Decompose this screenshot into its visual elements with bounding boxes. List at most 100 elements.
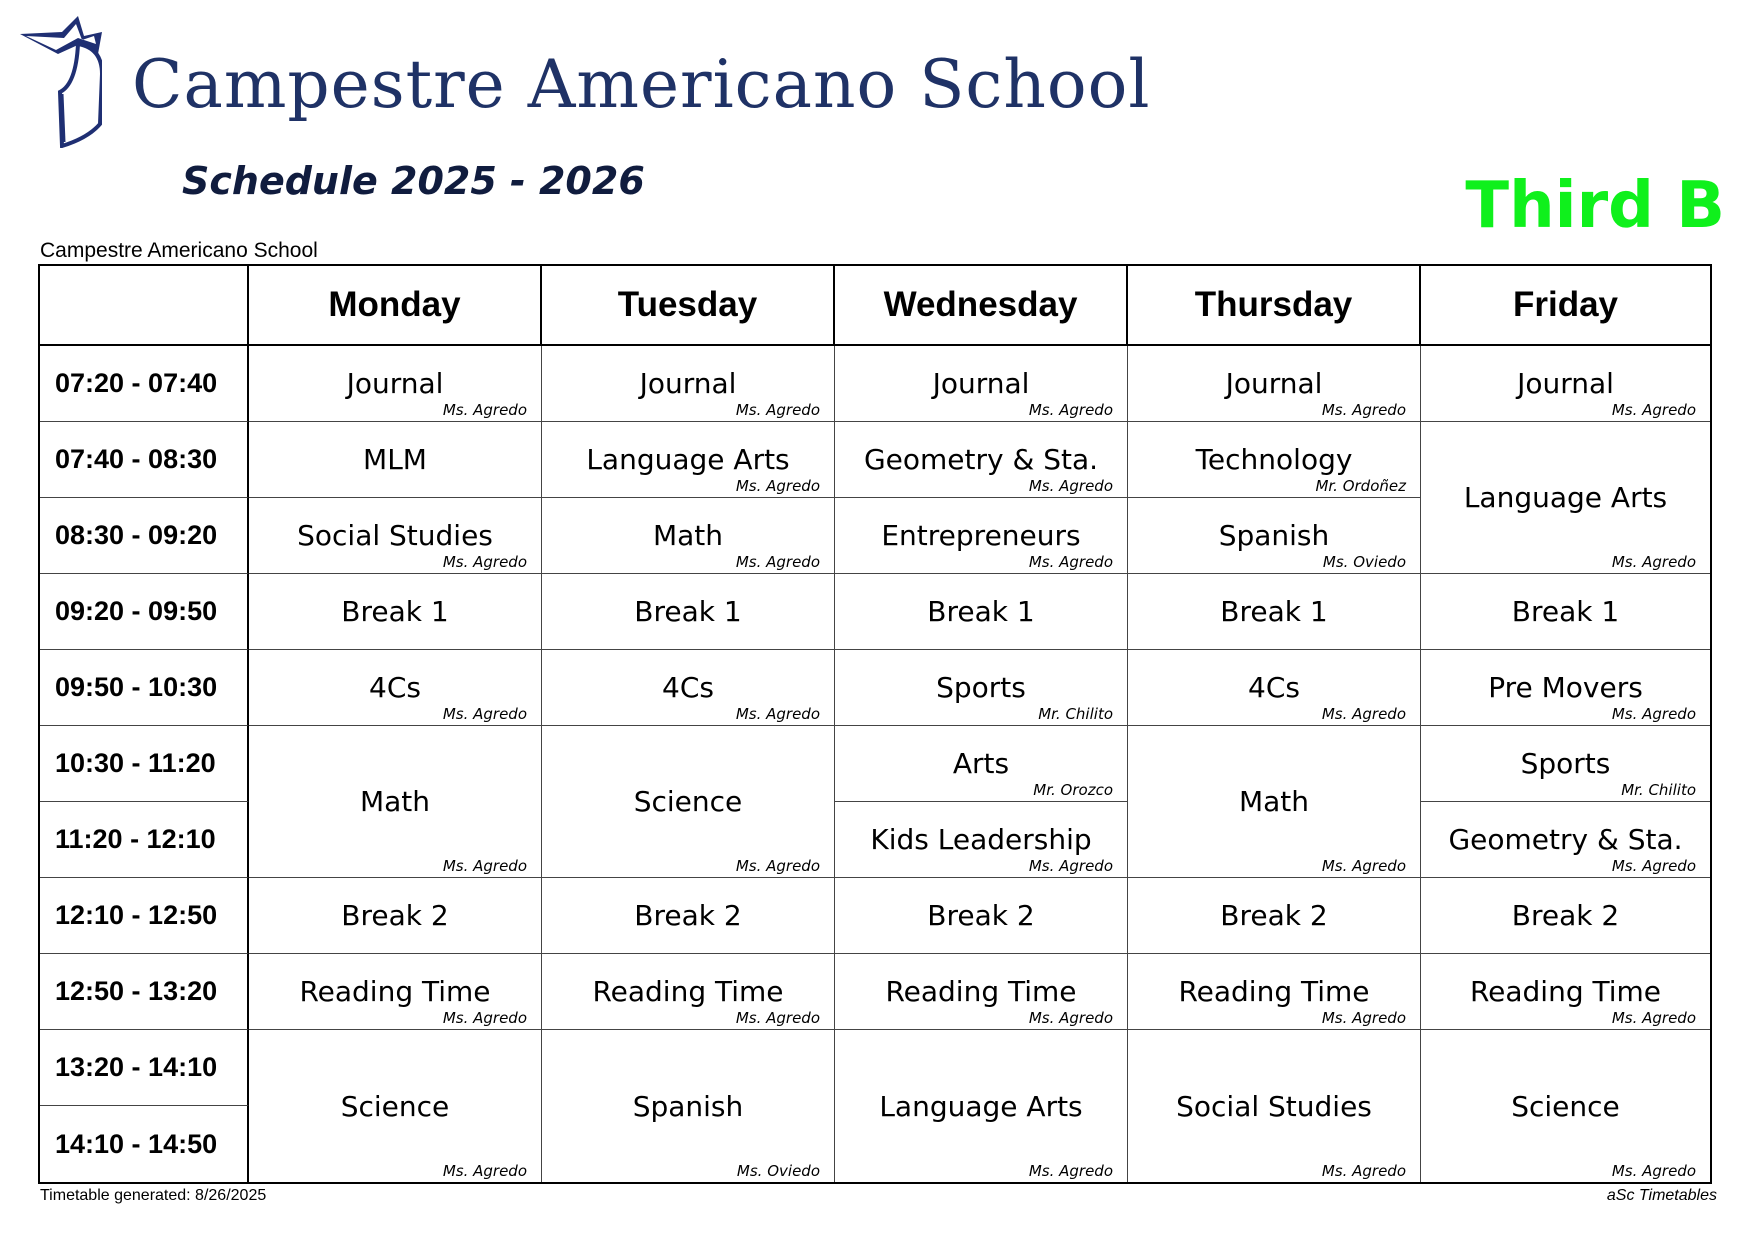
period-time: 12:10 - 12:50 bbox=[40, 878, 249, 954]
lesson-cell: Break 2 bbox=[542, 878, 835, 954]
lesson-cell: Language Arts Ms. Agredo bbox=[835, 1030, 1128, 1182]
period-time: 12:50 - 13:20 bbox=[40, 954, 249, 1030]
schedule-title: Schedule 2025 - 2026 bbox=[182, 159, 645, 203]
lesson-cell: Technology Mr. Ordoñez bbox=[1128, 422, 1421, 498]
period-time: 09:50 - 10:30 bbox=[40, 650, 249, 726]
lesson-subject: Reading Time bbox=[1178, 975, 1370, 1008]
lesson-subject: Reading Time bbox=[885, 975, 1077, 1008]
lesson-teacher: Ms. Agredo bbox=[442, 857, 527, 875]
lesson-cell: Entrepreneurs Ms. Agredo bbox=[835, 498, 1128, 574]
lesson-teacher: Ms. Agredo bbox=[1611, 857, 1696, 875]
period-time: 07:40 - 08:30 bbox=[40, 422, 249, 498]
class-name: Third B bbox=[1465, 169, 1725, 243]
lesson-teacher: Ms. Agredo bbox=[442, 553, 527, 571]
lesson-subject: Language Arts bbox=[1463, 481, 1668, 514]
lesson-cell: Pre Movers Ms. Agredo bbox=[1421, 650, 1710, 726]
lesson-cell: Social Studies Ms. Agredo bbox=[1128, 1030, 1421, 1182]
lesson-cell: Language Arts Ms. Agredo bbox=[1421, 422, 1710, 574]
lesson-subject: Journal bbox=[1517, 367, 1614, 400]
lesson-cell: Sports Mr. Chilito bbox=[1421, 726, 1710, 802]
lesson-subject: Math bbox=[652, 519, 724, 552]
lesson-subject: Technology bbox=[1195, 443, 1353, 476]
lesson-subject: Social Studies bbox=[1176, 1089, 1372, 1123]
lesson-cell: Reading Time Ms. Agredo bbox=[1421, 954, 1710, 1030]
lesson-subject: Spanish bbox=[632, 1089, 744, 1123]
lesson-cell: Science Ms. Agredo bbox=[249, 1030, 542, 1182]
lesson-cell: Social Studies Ms. Agredo bbox=[249, 498, 542, 574]
lesson-subject: Reading Time bbox=[592, 975, 784, 1008]
lesson-cell: Reading Time Ms. Agredo bbox=[1128, 954, 1421, 1030]
period-time: 08:30 - 09:20 bbox=[40, 498, 249, 574]
lesson-cell: Science Ms. Agredo bbox=[542, 726, 835, 878]
lesson-teacher: Ms. Agredo bbox=[1321, 857, 1406, 875]
period-time: 09:20 - 09:50 bbox=[40, 574, 249, 650]
lesson-teacher: Ms. Agredo bbox=[1321, 1162, 1406, 1180]
lesson-teacher: Ms. Agredo bbox=[1611, 705, 1696, 723]
day-header: Wednesday bbox=[835, 266, 1128, 346]
lesson-subject: Break 2 bbox=[1220, 899, 1328, 932]
lesson-cell: Break 2 bbox=[249, 878, 542, 954]
lesson-subject: Break 2 bbox=[1511, 899, 1620, 932]
lesson-teacher: Ms. Agredo bbox=[1321, 705, 1406, 723]
lesson-cell: Math Ms. Agredo bbox=[542, 498, 835, 574]
lesson-subject: Science bbox=[633, 785, 743, 818]
lesson-teacher: Ms. Agredo bbox=[1028, 1009, 1113, 1027]
lesson-subject: Break 2 bbox=[634, 899, 742, 932]
lesson-teacher: Ms. Oviedo bbox=[736, 1162, 820, 1180]
table-caption: Campestre Americano School bbox=[40, 239, 318, 262]
lesson-cell: Journal Ms. Agredo bbox=[1128, 346, 1421, 422]
lesson-subject: Geometry & Sta. bbox=[1448, 823, 1683, 856]
lesson-teacher: Ms. Agredo bbox=[442, 705, 527, 723]
period-time: 11:20 - 12:10 bbox=[40, 802, 249, 878]
generated-date: Timetable generated: 8/26/2025 bbox=[40, 1187, 267, 1204]
lesson-teacher: Mr. Chilito bbox=[1621, 781, 1696, 799]
lesson-cell: Journal Ms. Agredo bbox=[249, 346, 542, 422]
lesson-subject: Journal bbox=[346, 367, 444, 400]
lesson-cell: Break 1 bbox=[835, 574, 1128, 650]
school-logo bbox=[20, 16, 102, 148]
lesson-cell: Reading Time Ms. Agredo bbox=[249, 954, 542, 1030]
lesson-teacher: Mr. Ordoñez bbox=[1315, 477, 1406, 495]
lesson-subject: Language Arts bbox=[879, 1089, 1083, 1123]
lesson-teacher: Ms. Agredo bbox=[735, 401, 820, 419]
lesson-cell: Language Arts Ms. Agredo bbox=[542, 422, 835, 498]
lesson-cell: Geometry & Sta. Ms. Agredo bbox=[1421, 802, 1710, 878]
lesson-cell: Break 2 bbox=[1128, 878, 1421, 954]
lesson-subject: Break 1 bbox=[634, 595, 742, 628]
lesson-subject: Journal bbox=[1225, 367, 1323, 400]
period-time: 07:20 - 07:40 bbox=[40, 346, 249, 422]
lesson-cell: 4Cs Ms. Agredo bbox=[542, 650, 835, 726]
lesson-subject: Geometry & Sta. bbox=[863, 443, 1099, 476]
lesson-cell: Break 1 bbox=[1128, 574, 1421, 650]
lesson-teacher: Ms. Agredo bbox=[1611, 553, 1696, 571]
lesson-teacher: Ms. Oviedo bbox=[1322, 553, 1406, 571]
lesson-cell: Math Ms. Agredo bbox=[1128, 726, 1421, 878]
lesson-cell: Break 2 bbox=[1421, 878, 1710, 954]
lesson-cell: 4Cs Ms. Agredo bbox=[1128, 650, 1421, 726]
lesson-teacher: Ms. Agredo bbox=[1028, 553, 1113, 571]
lesson-teacher: Mr. Orozco bbox=[1033, 781, 1113, 799]
lesson-cell: Reading Time Ms. Agredo bbox=[835, 954, 1128, 1030]
lesson-cell: Science Ms. Agredo bbox=[1421, 1030, 1710, 1182]
lesson-cell: Spanish Ms. Oviedo bbox=[1128, 498, 1421, 574]
period-time: 13:20 - 14:10 bbox=[40, 1030, 249, 1106]
lesson-subject: Sports bbox=[1520, 747, 1611, 780]
lesson-teacher: Ms. Agredo bbox=[1611, 1009, 1696, 1027]
lesson-cell: 4Cs Ms. Agredo bbox=[249, 650, 542, 726]
lesson-teacher: Ms. Agredo bbox=[442, 401, 527, 419]
school-title: Campestre Americano School bbox=[132, 46, 1151, 123]
lesson-subject: Break 1 bbox=[927, 595, 1035, 628]
lesson-teacher: Ms. Agredo bbox=[1028, 1162, 1113, 1180]
lesson-cell: MLM bbox=[249, 422, 542, 498]
lesson-subject: Break 2 bbox=[341, 899, 449, 932]
lesson-cell: Break 2 bbox=[835, 878, 1128, 954]
lesson-subject: Sports bbox=[936, 671, 1026, 704]
day-header: Tuesday bbox=[542, 266, 835, 346]
lesson-teacher: Ms. Agredo bbox=[442, 1162, 527, 1180]
lesson-cell: Arts Mr. Orozco bbox=[835, 726, 1128, 802]
lesson-subject: MLM bbox=[363, 443, 427, 476]
lesson-subject: Break 2 bbox=[927, 899, 1035, 932]
lesson-subject: Reading Time bbox=[299, 975, 491, 1008]
lesson-teacher: Ms. Agredo bbox=[442, 1009, 527, 1027]
lesson-cell: Kids Leadership Ms. Agredo bbox=[835, 802, 1128, 878]
